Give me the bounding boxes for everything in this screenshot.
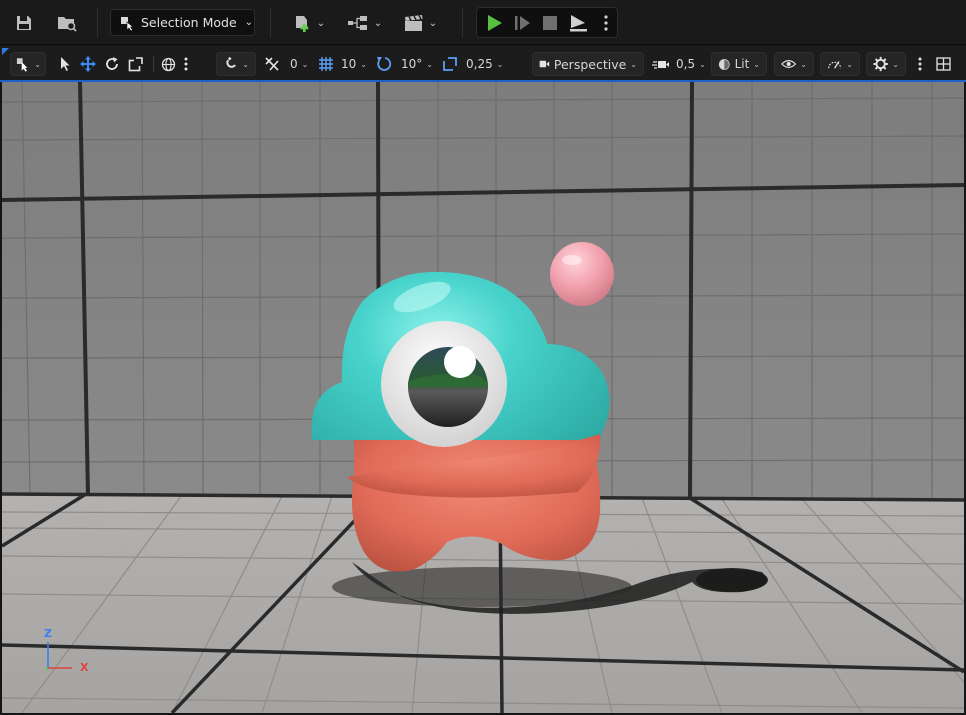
scale-snap-value: 0,25 [466, 57, 493, 71]
location-snap-value: 10 [341, 57, 357, 71]
step-forward-icon [515, 16, 530, 30]
add-actor-icon [295, 16, 309, 32]
axis-gizmo: Z X [36, 626, 96, 686]
more-options-icon [184, 57, 188, 71]
chevron-down-icon: ⌄ [630, 59, 637, 69]
chevron-down-icon: ⌄ [316, 17, 326, 29]
chevron-down-icon: ⌄ [496, 59, 504, 69]
viewport-options-menu[interactable] [918, 52, 922, 76]
scale-snap-icon [443, 57, 457, 71]
main-toolbar: Selection Mode ⌄ ⌄ ⌄ ⌄ [0, 0, 966, 45]
axis-x-label: X [80, 661, 89, 674]
lit-sphere-icon [718, 58, 730, 70]
stop-button[interactable] [538, 11, 562, 35]
view-mode-label: Perspective [553, 56, 627, 72]
blueprint-icon [347, 16, 367, 30]
viewport-active-marker [2, 48, 9, 55]
viewport-toolbar: ⌄ ⌄ 0 ⌄ 10 ⌄ 10° ⌄ 0,25 ⌄ Perspective ⌄ … [0, 46, 966, 82]
transform-options-menu[interactable] [184, 52, 188, 76]
rotate-icon [106, 57, 118, 70]
play-icon [488, 15, 502, 31]
camera-speed-icon [652, 61, 669, 69]
save-icon [17, 16, 31, 30]
play-button[interactable] [482, 11, 506, 35]
surface-snapping-dropdown[interactable]: ⌄ [216, 52, 256, 76]
grid-icon [319, 57, 333, 71]
show-flags-dropdown[interactable]: ⌄ [774, 52, 814, 76]
grid-snap-value: 0 [290, 57, 298, 71]
selection-mode-dropdown[interactable]: Selection Mode ⌄ [110, 9, 255, 36]
eject-icon [570, 15, 587, 32]
more-options-icon [918, 57, 922, 71]
cinematics-button[interactable]: ⌄ [400, 10, 440, 36]
magnet-icon [226, 56, 236, 68]
stop-icon [543, 16, 557, 30]
viewport-settings-dropdown[interactable]: ⌄ [866, 52, 906, 76]
camera-speed-value: 0,5 [676, 57, 696, 71]
axis-z-label: Z [44, 627, 52, 640]
chevron-down-icon: ⌄ [699, 59, 706, 69]
content-browser-icon [58, 17, 77, 32]
eject-button[interactable] [566, 11, 590, 35]
rotate-tool-button[interactable] [104, 52, 120, 76]
gear-icon [873, 56, 888, 72]
chevron-down-icon: ⌄ [846, 59, 853, 69]
advance-frame-button[interactable] [510, 11, 534, 35]
play-options-menu[interactable] [598, 11, 614, 35]
viewport-layout-button[interactable] [936, 52, 951, 76]
chevron-down-icon: ⌄ [753, 59, 760, 69]
add-actor-button[interactable]: ⌄ [288, 10, 328, 36]
globe-icon [161, 57, 176, 71]
chevron-down-icon: ⌄ [244, 17, 254, 28]
chevron-down-icon: ⌄ [360, 59, 367, 69]
content-browser-button[interactable] [54, 11, 80, 35]
view-mode-dropdown[interactable]: Perspective ⌄ [532, 52, 644, 76]
grid-snap-icon [265, 57, 279, 71]
selection-mode-label: Selection Mode [141, 15, 237, 30]
select-tool-button[interactable] [58, 52, 72, 76]
camera-speed-dropdown[interactable]: 0,5 ⌄ [652, 52, 706, 76]
move-icon [80, 56, 96, 72]
blueprints-button[interactable]: ⌄ [344, 10, 384, 36]
scale-tool-button[interactable] [128, 52, 144, 76]
cursor-icon [61, 57, 70, 71]
speedometer-icon [828, 61, 842, 69]
selection-mode-icon [121, 16, 134, 31]
layout-grid-icon [936, 57, 951, 71]
chevron-down-icon: ⌄ [426, 59, 433, 69]
select-icon [16, 58, 28, 72]
toolbar-separator [97, 7, 98, 38]
move-tool-button[interactable] [80, 52, 96, 76]
rotation-snap-icon [377, 57, 392, 71]
location-snap-dropdown[interactable]: 10 ⌄ [318, 52, 367, 76]
save-button[interactable] [12, 11, 36, 35]
chevron-down-icon: ⌄ [800, 59, 807, 69]
chevron-down-icon: ⌄ [373, 17, 383, 29]
chevron-down-icon: ⌄ [34, 59, 41, 69]
camera-icon [539, 60, 550, 68]
viewport-select-dropdown[interactable]: ⌄ [10, 52, 46, 76]
scale-snap-dropdown[interactable]: 0,25 ⌄ [442, 52, 503, 76]
scene-render [2, 82, 964, 713]
lighting-mode-dropdown[interactable]: Lit ⌄ [711, 52, 767, 76]
more-options-icon [604, 15, 608, 31]
toolbar-separator [462, 7, 463, 38]
toolbar-separator [270, 7, 271, 38]
chevron-down-icon: ⌄ [428, 17, 438, 29]
chevron-down-icon: ⌄ [892, 59, 899, 69]
lighting-mode-label: Lit [734, 57, 750, 71]
chevron-down-icon: ⌄ [301, 59, 309, 69]
rotation-snap-dropdown[interactable]: 10° ⌄ [376, 52, 433, 76]
clapperboard-icon [404, 15, 423, 31]
performance-dropdown[interactable]: ⌄ [820, 52, 860, 76]
chevron-down-icon: ⌄ [242, 59, 249, 69]
toolbar-separator [153, 56, 154, 72]
level-viewport[interactable]: Z X [2, 82, 964, 713]
rotation-snap-value: 10° [401, 57, 423, 71]
scale-icon [128, 57, 143, 72]
coordinate-space-button[interactable] [161, 52, 176, 76]
grid-snap-dropdown[interactable]: 0 ⌄ [264, 52, 308, 76]
eye-icon [781, 60, 797, 68]
